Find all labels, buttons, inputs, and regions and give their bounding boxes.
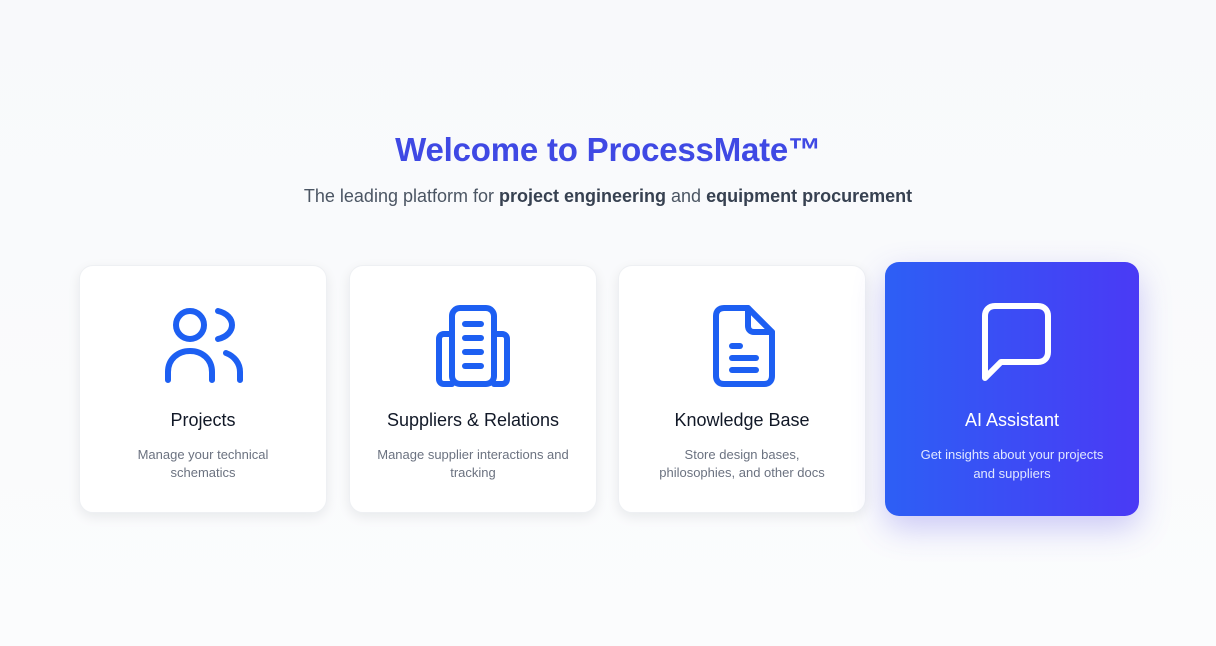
- ai-assistant-card-title: AI Assistant: [964, 410, 1060, 430]
- suppliers-card-description: Manage supplier interactions and trackin…: [377, 447, 569, 480]
- knowledge-base-card-title: Knowledge Base: [674, 410, 810, 430]
- page-title: Welcome to ProcessMate™: [395, 131, 821, 168]
- page-subtitle: The leading platform for project enginee…: [0, 182, 1216, 210]
- hero-section: Welcome to ProcessMate™ The leading plat…: [0, 128, 1216, 210]
- welcome-page: Welcome to ProcessMate™ The leading plat…: [0, 0, 1216, 646]
- projects-card-title: Projects: [170, 410, 236, 430]
- subtitle-middle: and: [666, 186, 707, 206]
- projects-card-description: Manage your technical schematics: [137, 447, 269, 480]
- suppliers-card[interactable]: Suppliers & Relations Manage supplier in…: [349, 265, 597, 513]
- subtitle-highlight-procurement: equipment procurement: [706, 186, 913, 206]
- knowledge-base-card[interactable]: Knowledge Base Store design bases, philo…: [618, 265, 866, 513]
- building-icon: [429, 300, 517, 388]
- feature-cards: Projects Manage your technical schematic…: [78, 262, 1142, 518]
- suppliers-card-title: Suppliers & Relations: [386, 410, 560, 430]
- document-icon: [698, 300, 786, 388]
- subtitle-highlight-engineering: project engineering: [499, 186, 667, 206]
- projects-card[interactable]: Projects Manage your technical schematic…: [79, 265, 327, 513]
- ai-assistant-card-description: Get insights about your projects and sup…: [920, 447, 1104, 481]
- ai-assistant-card[interactable]: AI Assistant Get insights about your pro…: [885, 262, 1139, 516]
- knowledge-base-card-description: Store design bases, philosophies, and ot…: [659, 447, 825, 480]
- users-icon: [159, 300, 247, 388]
- subtitle-prefix: The leading platform for: [303, 186, 499, 206]
- chat-icon: [968, 298, 1056, 386]
